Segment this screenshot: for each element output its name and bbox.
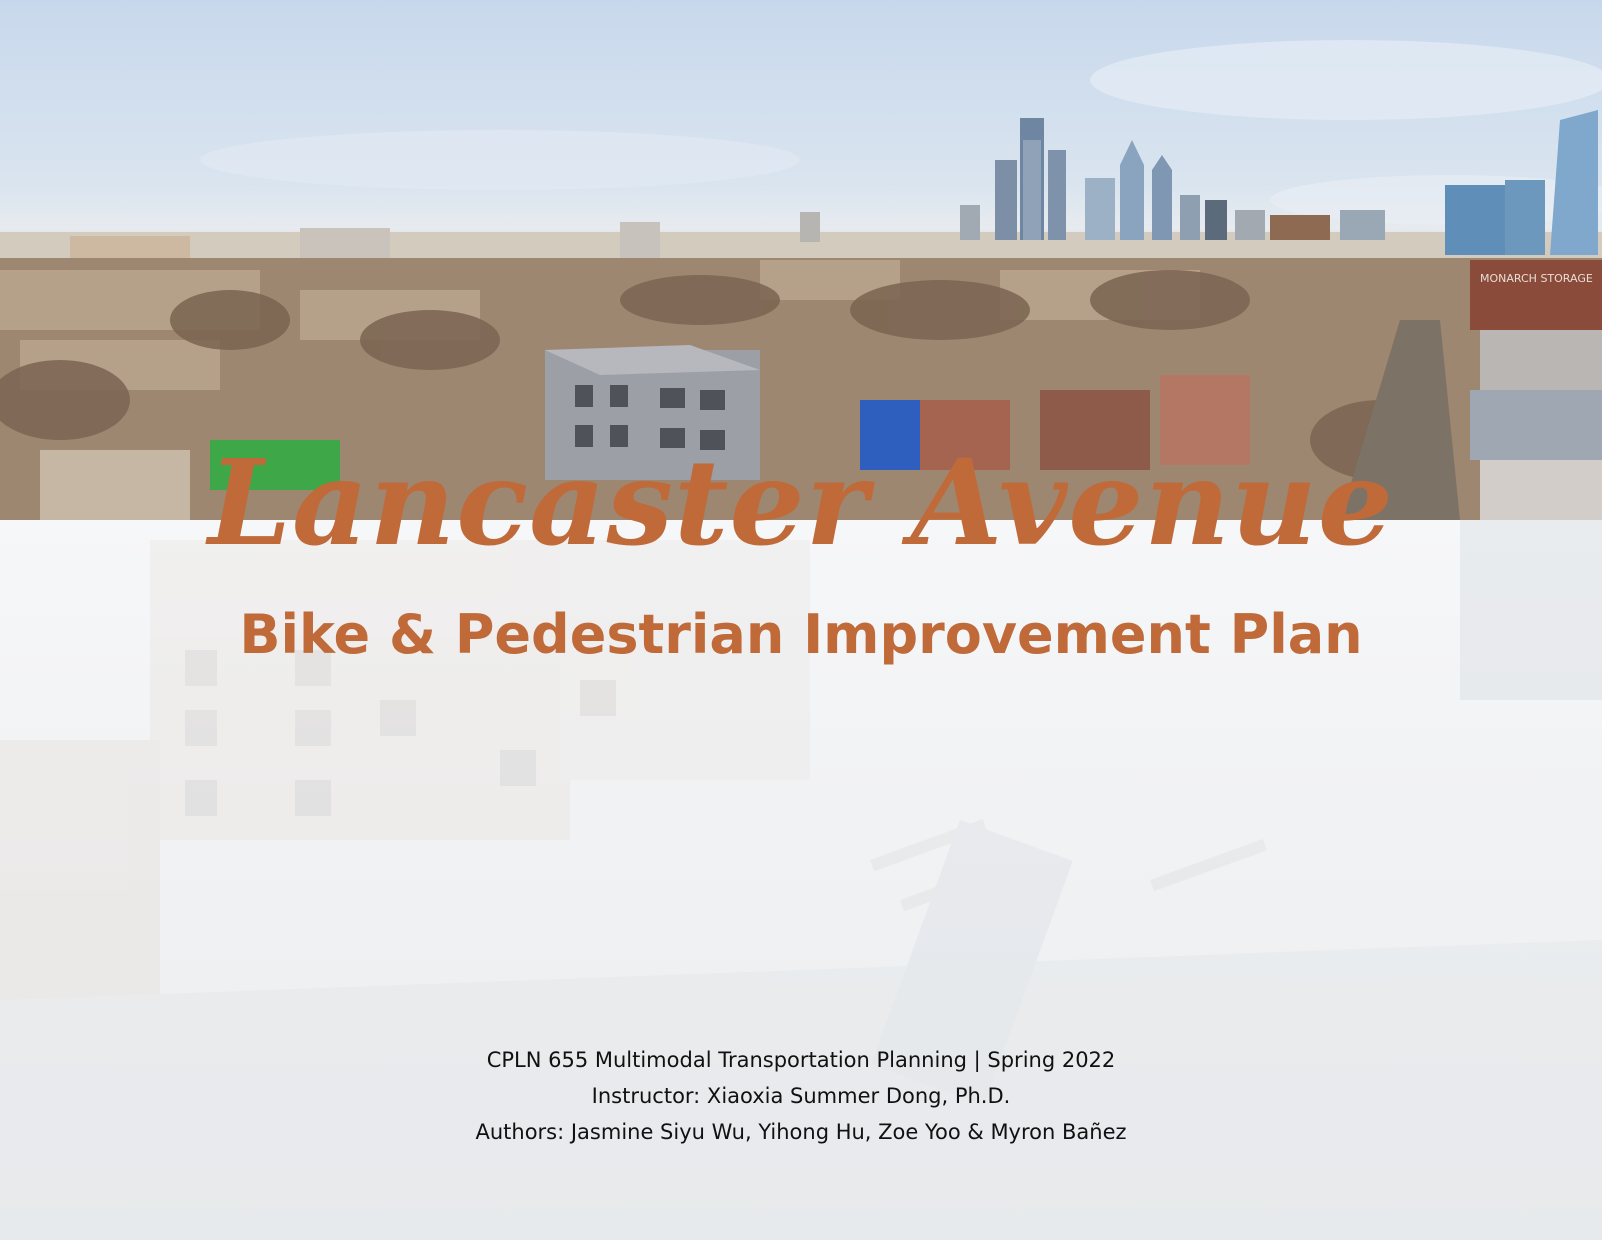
document-subtitle: Bike & Pedestrian Improvement Plan [239,603,1363,666]
document-title: Lancaster Avenue [208,433,1394,572]
authors-line: Authors: Jasmine Siyu Wu, Yihong Hu, Zoe… [475,1120,1127,1144]
course-line: CPLN 655 Multimodal Transportation Plann… [486,1048,1116,1072]
credits-block: CPLN 655 Multimodal Transportation Plann… [0,1042,1602,1150]
building-sign: MONARCH STORAGE [1480,272,1593,285]
cover-page: MONARCH STORAGE Lancaster Avenue Bike & … [0,0,1602,1240]
instructor-line: Instructor: Xiaoxia Summer Dong, Ph.D. [591,1084,1011,1108]
